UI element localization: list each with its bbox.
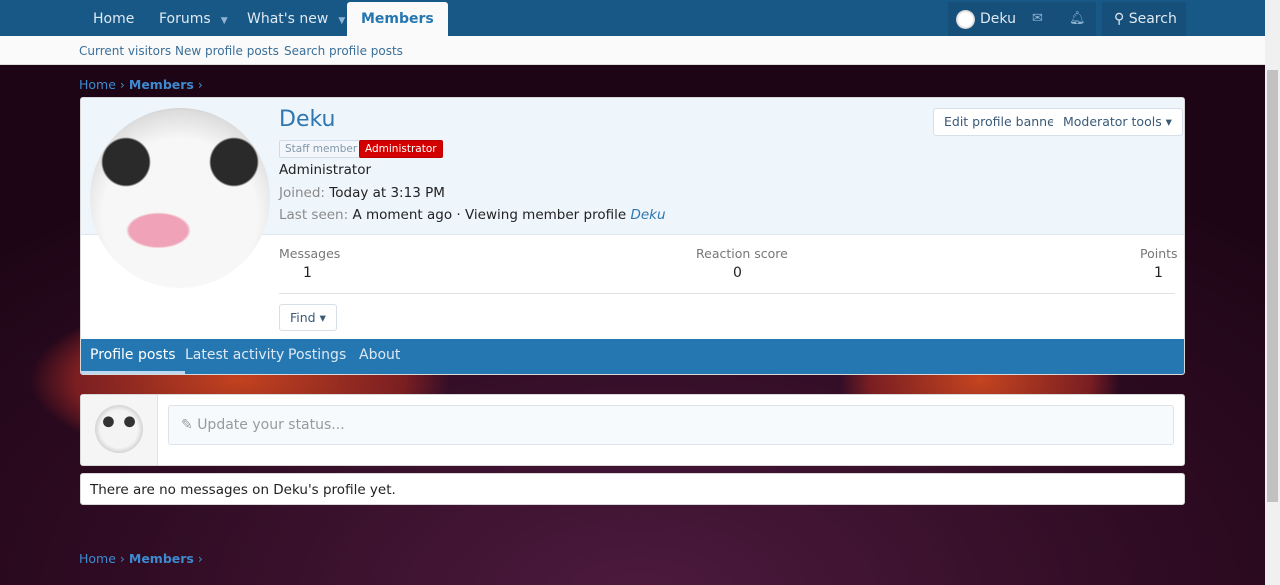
stat-reaction-value[interactable]: 0: [733, 265, 742, 281]
moderator-tools-button[interactable]: Moderator tools ▾: [1053, 108, 1183, 136]
search-label: Search: [1128, 11, 1177, 27]
status-update-box: ✎ Update your status...: [80, 394, 1185, 466]
tab-about[interactable]: About: [359, 339, 400, 374]
joined: Joined: Today at 3:13 PM: [279, 185, 445, 201]
no-messages-notice: There are no messages on Deku's profile …: [80, 473, 1185, 505]
user-menu: Deku ✉ 🔔︎: [948, 2, 1096, 36]
divider: [279, 293, 1175, 294]
profile-avatar[interactable]: [90, 108, 270, 288]
last-seen: Last seen: A moment ago · Viewing member…: [279, 207, 666, 223]
envelope-icon[interactable]: ✉: [1032, 2, 1043, 36]
avatar[interactable]: [956, 10, 975, 29]
last-seen-value: A moment ago · Viewing member profile: [352, 207, 627, 223]
last-seen-link[interactable]: Deku: [630, 207, 665, 223]
bell-icon[interactable]: 🔔︎: [1069, 2, 1086, 36]
breadcrumb-separator: ›: [119, 77, 125, 92]
subnav-search-profile-posts[interactable]: Search profile posts: [284, 44, 403, 58]
tab-postings[interactable]: Postings: [288, 339, 346, 374]
status-avatar-cell: [81, 395, 158, 465]
profile-tabs: Profile posts Latest activity Postings A…: [81, 339, 1184, 374]
scrollbar-thumb[interactable]: [1267, 70, 1278, 502]
breadcrumb-members[interactable]: Members: [129, 551, 194, 566]
find-button[interactable]: Find ▾: [279, 304, 337, 331]
profile-card: Deku Staff member Administrator Administ…: [80, 97, 1185, 375]
breadcrumb-home[interactable]: Home: [79, 77, 116, 92]
breadcrumb: Home › Members ›: [79, 77, 203, 92]
status-placeholder: Update your status...: [197, 417, 345, 433]
joined-value: Today at 3:13 PM: [329, 185, 445, 201]
tab-profile-posts[interactable]: Profile posts: [81, 339, 185, 374]
nav-forums[interactable]: Forums ▼: [159, 0, 228, 36]
stat-reaction-label: Reaction score: [696, 246, 788, 261]
breadcrumb-separator: ›: [119, 551, 125, 566]
search-icon: ⚲: [1114, 11, 1125, 27]
search-button[interactable]: ⚲ Search: [1102, 2, 1186, 36]
joined-label: Joined:: [279, 185, 325, 201]
user-name[interactable]: Deku: [980, 2, 1016, 36]
status-input[interactable]: ✎ Update your status...: [168, 405, 1174, 445]
profile-name[interactable]: Deku: [279, 107, 335, 132]
pencil-icon: ✎: [181, 417, 193, 433]
breadcrumb-members[interactable]: Members: [129, 77, 194, 92]
admin-badge: Administrator: [359, 140, 443, 158]
staff-badge: Staff member: [279, 140, 364, 158]
top-navigation: Home Forums ▼ What's new ▼ Members Deku ✉ …: [0, 0, 1265, 36]
sub-navigation: Current visitors New profile posts Searc…: [0, 36, 1265, 65]
edit-profile-banner-button[interactable]: Edit profile banner: [933, 108, 1071, 136]
nav-whats-new-label: What's new: [247, 11, 329, 27]
breadcrumb-separator: ›: [197, 551, 203, 566]
chevron-down-icon[interactable]: ▼: [221, 16, 228, 26]
nav-forums-label: Forums: [159, 11, 211, 27]
breadcrumb-separator: ›: [197, 77, 203, 92]
stat-messages-label: Messages: [279, 246, 341, 261]
stat-messages-value[interactable]: 1: [303, 265, 312, 281]
nav-members[interactable]: Members: [347, 2, 448, 36]
breadcrumb-bottom: Home › Members ›: [79, 551, 203, 566]
subnav-new-profile-posts[interactable]: New profile posts: [175, 44, 279, 58]
stat-points-label: Points: [1140, 246, 1178, 261]
avatar[interactable]: [95, 405, 143, 453]
breadcrumb-home[interactable]: Home: [79, 551, 116, 566]
user-title: Administrator: [279, 162, 372, 178]
last-seen-label: Last seen:: [279, 207, 349, 223]
tab-latest-activity[interactable]: Latest activity: [185, 339, 284, 374]
subnav-current-visitors[interactable]: Current visitors: [79, 44, 171, 58]
nav-home[interactable]: Home: [93, 0, 134, 36]
stat-points-value[interactable]: 1: [1154, 265, 1163, 281]
nav-whats-new[interactable]: What's new ▼: [247, 0, 345, 36]
chevron-down-icon[interactable]: ▼: [338, 16, 345, 26]
scrollbar[interactable]: [1265, 0, 1280, 585]
